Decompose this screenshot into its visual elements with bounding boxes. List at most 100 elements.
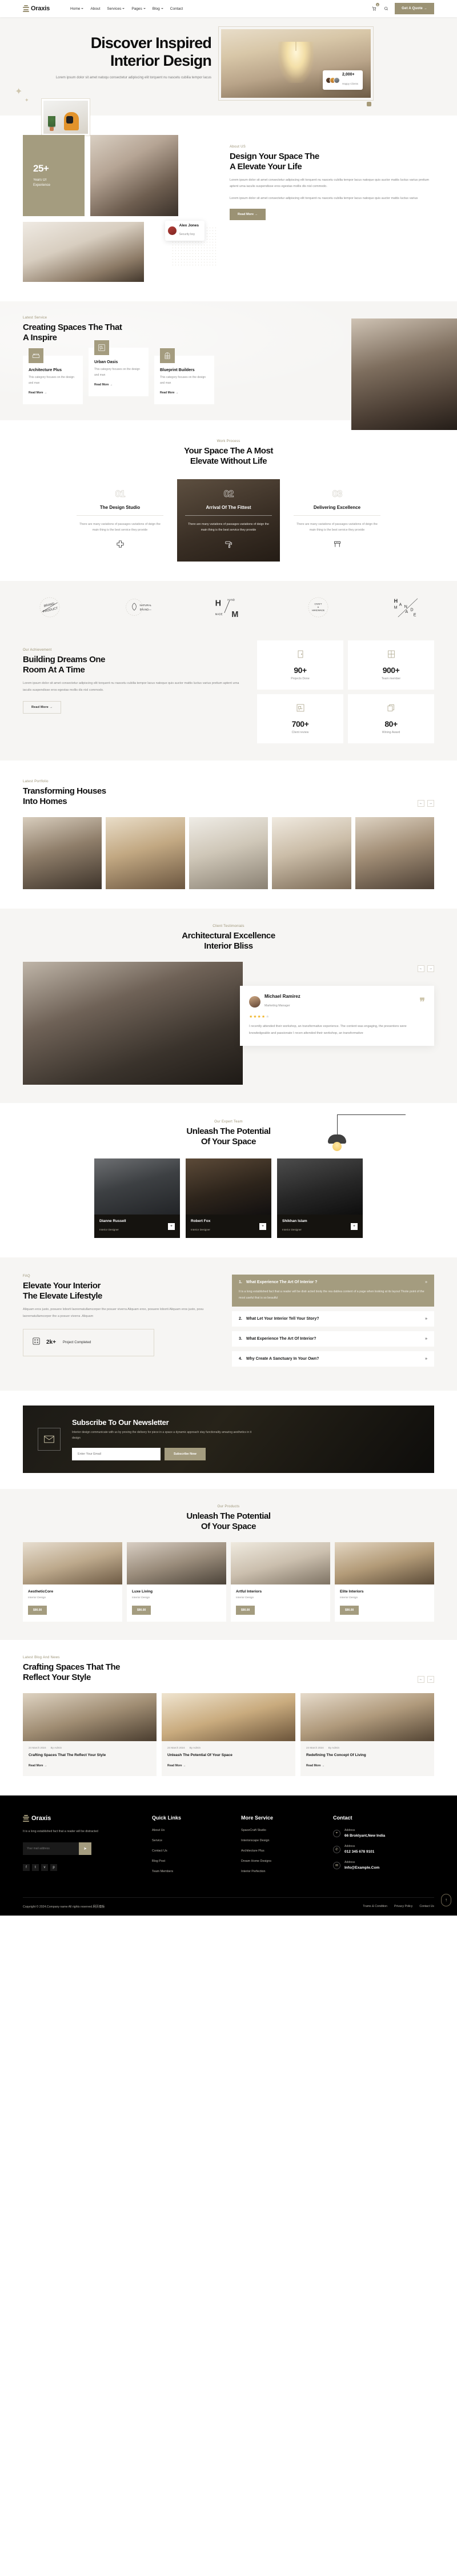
process-desc: There are many variations of passages va… bbox=[296, 523, 378, 532]
scroll-to-top-button[interactable]: ↑ bbox=[441, 1893, 451, 1906]
main-nav: Home About Services Pages Blog Contact bbox=[70, 7, 183, 11]
process-card[interactable]: 01 The Design Studio There are many vari… bbox=[69, 479, 171, 562]
service-read-more[interactable]: Read More → bbox=[160, 391, 178, 395]
achievement-read-more-button[interactable]: Read More → bbox=[23, 700, 62, 714]
portfolio-item[interactable] bbox=[189, 817, 268, 890]
footer-bottom-link[interactable]: Privacy Policy bbox=[394, 1905, 412, 1908]
blog-prev-button[interactable]: ← bbox=[418, 1675, 424, 1683]
chevron-down-icon[interactable]: » bbox=[425, 1280, 427, 1284]
footer-brand-logo[interactable]: Oraxis bbox=[23, 1814, 137, 1822]
facebook-icon[interactable]: f bbox=[23, 1864, 30, 1872]
footer-link[interactable]: SpaceCraft Studio bbox=[241, 1829, 318, 1832]
portfolio-next-button[interactable]: → bbox=[427, 800, 434, 807]
process-number: 01 bbox=[115, 488, 126, 500]
portfolio-item[interactable] bbox=[355, 817, 435, 890]
achievement-section: BRAND PRODUCT NATURAL BRAND— H M HAND MADE CR… bbox=[0, 581, 457, 761]
blog-card[interactable]: 24 March 2024 By Admin Unleash The Potent… bbox=[162, 1693, 295, 1776]
footer-link[interactable]: About Us bbox=[152, 1829, 226, 1832]
divider bbox=[77, 515, 163, 516]
portfolio-item[interactable] bbox=[272, 817, 351, 890]
services-title-line1: Creating Spaces The That bbox=[23, 323, 122, 332]
get-a-quote-button[interactable]: Get A Quote → bbox=[395, 3, 434, 14]
footer-link[interactable]: Dream Home Designs bbox=[241, 1860, 318, 1863]
product-card[interactable]: Artful Interiors Interior Design $90.00 bbox=[231, 1542, 330, 1622]
footer-link[interactable]: Service bbox=[152, 1839, 226, 1842]
chevron-right-icon[interactable]: » bbox=[425, 1337, 427, 1341]
cart-button[interactable]: 0 bbox=[371, 3, 380, 12]
service-read-more[interactable]: Read More → bbox=[29, 391, 47, 395]
achievement-paragraph: Lorem ipsum dolor sit amet consectetur a… bbox=[23, 682, 239, 692]
team-name: Shikhan Islam bbox=[282, 1219, 307, 1224]
footer-link[interactable]: Interiorscape Design bbox=[241, 1839, 318, 1842]
product-card[interactable]: Elite Interiors Interior Design $90.00 bbox=[335, 1542, 434, 1622]
process-title-line1: Your Space The A Most bbox=[184, 446, 273, 456]
footer-link[interactable]: Interior Perfection bbox=[241, 1870, 318, 1873]
handmade-studio-logo: HAMNADE bbox=[391, 595, 424, 620]
blog-read-more[interactable]: Read More → bbox=[29, 1764, 47, 1767]
process-card[interactable]: 02 Arrival Of The Fittest There are many… bbox=[177, 479, 280, 562]
portfolio-item[interactable] bbox=[23, 817, 102, 890]
service-read-more[interactable]: Read More → bbox=[94, 383, 113, 387]
hero-secondary-image bbox=[41, 98, 90, 136]
team-expand-button[interactable]: + bbox=[168, 1223, 175, 1230]
door-icon bbox=[298, 650, 303, 658]
blog-card[interactable]: 24 March 2024 By Admin Redefining The Con… bbox=[300, 1693, 434, 1776]
footer-link[interactable]: Contact Us bbox=[152, 1849, 226, 1853]
footer-email-input[interactable] bbox=[23, 1842, 79, 1856]
svg-text:N: N bbox=[404, 604, 407, 609]
pinterest-icon[interactable]: p bbox=[50, 1864, 57, 1872]
nav-item-home[interactable]: Home bbox=[70, 7, 84, 11]
team-card[interactable]: Shikhan Islam Interior Designer + bbox=[277, 1158, 363, 1239]
twitter-icon[interactable]: t bbox=[32, 1864, 39, 1872]
person-role: Security boy bbox=[179, 233, 195, 236]
chevron-right-icon[interactable]: » bbox=[425, 1317, 427, 1321]
brand-logo[interactable]: Oraxis bbox=[23, 5, 50, 12]
service-card[interactable]: Blueprint Builders This category focuses… bbox=[154, 348, 214, 404]
nav-item-services[interactable]: Services bbox=[107, 7, 125, 11]
nav-item-pages[interactable]: Pages bbox=[131, 7, 146, 11]
footer-link[interactable]: Architecture Plus bbox=[241, 1849, 318, 1853]
blog-read-more[interactable]: Read More → bbox=[306, 1764, 324, 1767]
product-card[interactable]: AestheticCore Interior Design $90.00 bbox=[23, 1542, 122, 1622]
service-card[interactable]: Urban Oasis This category focuses on the… bbox=[89, 340, 149, 396]
nav-item-contact[interactable]: Contact bbox=[170, 7, 183, 11]
blog-card[interactable]: 24 March 2024 By Admin Crafting Spaces Th… bbox=[23, 1693, 157, 1776]
footer-bottom-link[interactable]: Trams & Condition bbox=[363, 1905, 387, 1908]
search-button[interactable] bbox=[383, 5, 390, 12]
product-card[interactable]: Luxe Living Interior Design $90.00 bbox=[127, 1542, 226, 1622]
about-read-more-button[interactable]: Read More → bbox=[230, 208, 266, 220]
chair-decor bbox=[64, 112, 79, 130]
blog-next-button[interactable]: → bbox=[427, 1675, 434, 1683]
portfolio-item[interactable] bbox=[106, 817, 185, 890]
blog-read-more[interactable]: Read More → bbox=[167, 1764, 186, 1767]
footer-link[interactable]: Team Members bbox=[152, 1870, 226, 1873]
clients-label: Happy Clients bbox=[342, 82, 358, 85]
newsletter-subscribe-button[interactable]: Subscribe Now bbox=[165, 1448, 206, 1461]
faq-item[interactable]: 3. What Experience The Art Of Interior? … bbox=[232, 1331, 434, 1347]
team-expand-button[interactable]: + bbox=[259, 1223, 266, 1230]
faq-item[interactable]: 1. What Experience The Art Of Interior ?… bbox=[232, 1275, 434, 1307]
service-card[interactable]: Architecture Plus This category focuses … bbox=[23, 348, 83, 404]
nav-item-blog[interactable]: Blog bbox=[153, 7, 163, 11]
portfolio-prev-button[interactable]: ← bbox=[418, 800, 424, 807]
process-card[interactable]: 03 Delivering Excellence There are many … bbox=[286, 479, 388, 562]
team-expand-button[interactable]: + bbox=[351, 1223, 358, 1230]
mail-icon bbox=[38, 1428, 61, 1451]
footer-link[interactable]: Blog Post bbox=[152, 1860, 226, 1863]
footer-send-button[interactable]: ➤ bbox=[79, 1842, 91, 1856]
testimonial-next-button[interactable]: → bbox=[427, 965, 434, 973]
footer-bottom-link[interactable]: Contact Us bbox=[419, 1905, 434, 1908]
faq-title-line1: Elevate Your Interior bbox=[23, 1281, 101, 1291]
nav-item-about[interactable]: About bbox=[90, 7, 100, 11]
stat-card: 80+ Wining Award bbox=[348, 694, 434, 744]
products-eyebrow: Our Products bbox=[217, 1505, 240, 1509]
faq-item[interactable]: 4. Why Create A Sanctuary In Your Own? » bbox=[232, 1351, 434, 1367]
team-card[interactable]: Robert Fox Interior Designer + bbox=[186, 1158, 271, 1239]
faq-item[interactable]: 2. What Let Your Interior Tell Your Stor… bbox=[232, 1311, 434, 1327]
newsletter-email-input[interactable] bbox=[72, 1448, 161, 1461]
team-card[interactable]: Dianne Russell Interior Designer + bbox=[94, 1158, 180, 1239]
stat-value: 90+ bbox=[294, 666, 307, 675]
testimonial-prev-button[interactable]: ← bbox=[418, 965, 424, 973]
vimeo-icon[interactable]: v bbox=[41, 1864, 48, 1872]
chevron-right-icon[interactable]: » bbox=[425, 1357, 427, 1361]
